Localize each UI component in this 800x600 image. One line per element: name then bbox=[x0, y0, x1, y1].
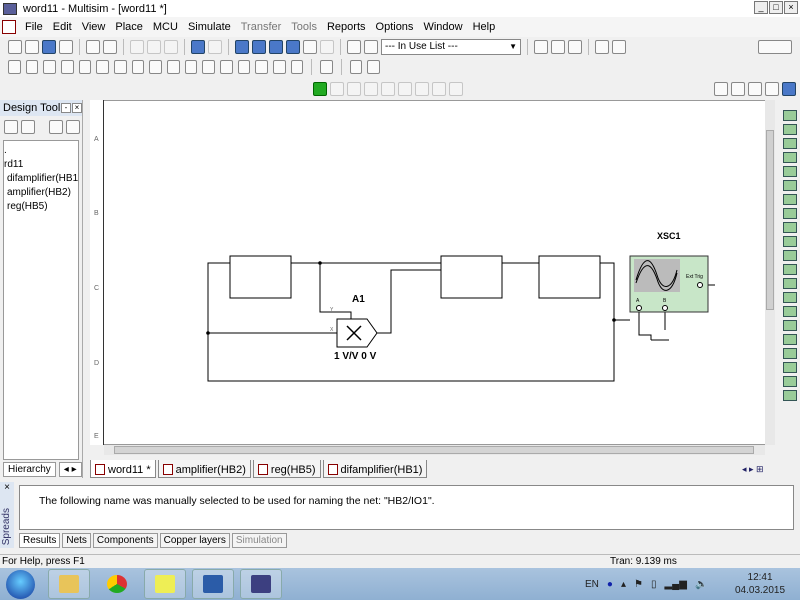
iv-analyzer-icon[interactable] bbox=[783, 250, 797, 261]
tektronix-oscilloscope-icon[interactable] bbox=[783, 348, 797, 359]
distortion-analyzer-icon[interactable] bbox=[783, 264, 797, 275]
close-spreadsheet-button[interactable]: × bbox=[0, 482, 14, 493]
spectrum-analyzer-icon[interactable] bbox=[783, 278, 797, 289]
taskbar-explorer[interactable] bbox=[48, 569, 90, 599]
word-icon bbox=[203, 575, 223, 593]
scroll-thumb[interactable] bbox=[766, 130, 774, 310]
instruments-toolbar bbox=[780, 110, 800, 455]
sheet-icon bbox=[257, 464, 268, 475]
logic-converter-icon[interactable] bbox=[783, 236, 797, 247]
word-generator-icon[interactable] bbox=[783, 208, 797, 219]
spreadsheet-view: × Spreads The following name was manually… bbox=[0, 482, 800, 550]
function-generator-icon[interactable] bbox=[783, 124, 797, 135]
scope-label: XSC1 bbox=[657, 231, 681, 241]
vertical-scrollbar[interactable] bbox=[765, 100, 775, 445]
taskbar-chrome[interactable] bbox=[96, 569, 138, 599]
tab-difamplifier[interactable]: difamplifier(HB1) bbox=[322, 460, 428, 478]
tab-word11[interactable]: word11 * bbox=[90, 460, 156, 478]
tab-results[interactable]: Results bbox=[19, 533, 61, 548]
labview-instrument-icon[interactable] bbox=[783, 362, 797, 373]
pin-x-label: X bbox=[330, 327, 334, 333]
agilent-oscilloscope-icon[interactable] bbox=[783, 334, 797, 345]
bode-plotter-icon[interactable] bbox=[783, 180, 797, 191]
hierarchical-block-amplifier[interactable] bbox=[440, 255, 503, 299]
frequency-counter-icon[interactable] bbox=[783, 194, 797, 205]
tab-scroll-buttons[interactable]: ◂ ▸ ⊞ bbox=[742, 464, 764, 475]
sheet-icon bbox=[327, 464, 338, 475]
multiplier-label: A1 bbox=[352, 294, 365, 305]
tab-components[interactable]: Components bbox=[92, 533, 158, 548]
sheet-tabs: word11 * amplifier(HB2) reg(HB5) difampl… bbox=[90, 460, 428, 478]
taskbar-app[interactable] bbox=[144, 569, 186, 599]
network-analyzer-icon[interactable] bbox=[783, 292, 797, 303]
app-icon bbox=[155, 575, 175, 593]
tab-nets[interactable]: Nets bbox=[62, 533, 91, 548]
system-tray: EN ● ▴ ⚑ ▯ ▂▄▆ 🔈 bbox=[585, 568, 707, 600]
help-tray-icon[interactable]: ● bbox=[607, 579, 613, 590]
tab-reg[interactable]: reg(HB5) bbox=[252, 460, 321, 478]
sheet-icon bbox=[95, 464, 105, 475]
action-center-icon[interactable]: ⚑ bbox=[634, 579, 643, 590]
language-indicator[interactable]: EN bbox=[585, 579, 599, 590]
probe-icon[interactable] bbox=[783, 390, 797, 401]
tab-simulation[interactable]: Simulation bbox=[231, 533, 287, 548]
results-box: The following name was manually selected… bbox=[19, 485, 794, 530]
status-bar: For Help, press F1 Tran: 9.139 ms bbox=[0, 554, 800, 568]
agilent-generator-icon[interactable] bbox=[783, 306, 797, 317]
taskbar-multisim[interactable] bbox=[240, 569, 282, 599]
hierarchical-block-reg[interactable] bbox=[538, 255, 601, 299]
wire[interactable] bbox=[638, 308, 652, 340]
scroll-thumb[interactable] bbox=[114, 446, 754, 454]
taskbar: EN ● ▴ ⚑ ▯ ▂▄▆ 🔈 12:41 04.03.2015 bbox=[0, 568, 800, 600]
scope-ext-trig-label: Ext Trig bbox=[686, 274, 703, 280]
wire[interactable] bbox=[600, 262, 615, 320]
current-probe-icon[interactable] bbox=[783, 376, 797, 387]
multiplier-value: 1 V/V 0 V bbox=[334, 351, 377, 362]
start-button[interactable] bbox=[6, 570, 35, 599]
multisim-icon bbox=[251, 575, 271, 593]
show-hidden-icons[interactable]: ▴ bbox=[621, 579, 626, 590]
tab-amplifier[interactable]: amplifier(HB2) bbox=[157, 460, 251, 478]
spreadsheet-side-label: Spreads bbox=[1, 508, 12, 546]
help-hint: For Help, press F1 bbox=[2, 556, 85, 567]
wattmeter-icon[interactable] bbox=[783, 138, 797, 149]
sheet-icon bbox=[162, 464, 173, 475]
oscilloscope-icon[interactable] bbox=[783, 152, 797, 163]
simulation-time: Tran: 9.139 ms bbox=[610, 556, 677, 567]
tab-copper-layers[interactable]: Copper layers bbox=[159, 533, 230, 548]
folder-icon bbox=[59, 575, 79, 593]
multimeter-icon[interactable] bbox=[783, 110, 797, 121]
wire[interactable] bbox=[371, 269, 441, 334]
horizontal-scrollbar[interactable] bbox=[104, 445, 765, 455]
wire[interactable] bbox=[319, 263, 352, 319]
clock[interactable]: 12:41 04.03.2015 bbox=[735, 571, 785, 597]
result-message: The following name was manually selected… bbox=[39, 495, 435, 507]
agilent-multimeter-icon[interactable] bbox=[783, 320, 797, 331]
chrome-icon bbox=[107, 575, 127, 593]
logic-analyzer-icon[interactable] bbox=[783, 222, 797, 233]
network-icon[interactable]: ▂▄▆ bbox=[664, 579, 686, 590]
hierarchical-block-difamplifier[interactable] bbox=[229, 255, 292, 299]
multiplier-a1[interactable] bbox=[336, 318, 378, 348]
four-channel-oscilloscope-icon[interactable] bbox=[783, 166, 797, 177]
battery-icon[interactable]: ▯ bbox=[651, 579, 657, 590]
taskbar-word[interactable] bbox=[192, 569, 234, 599]
oscilloscope-xsc1[interactable] bbox=[629, 255, 709, 313]
clock-time: 12:41 bbox=[747, 572, 773, 583]
clock-date: 04.03.2015 bbox=[735, 585, 786, 596]
volume-icon[interactable]: 🔈 bbox=[695, 579, 707, 590]
